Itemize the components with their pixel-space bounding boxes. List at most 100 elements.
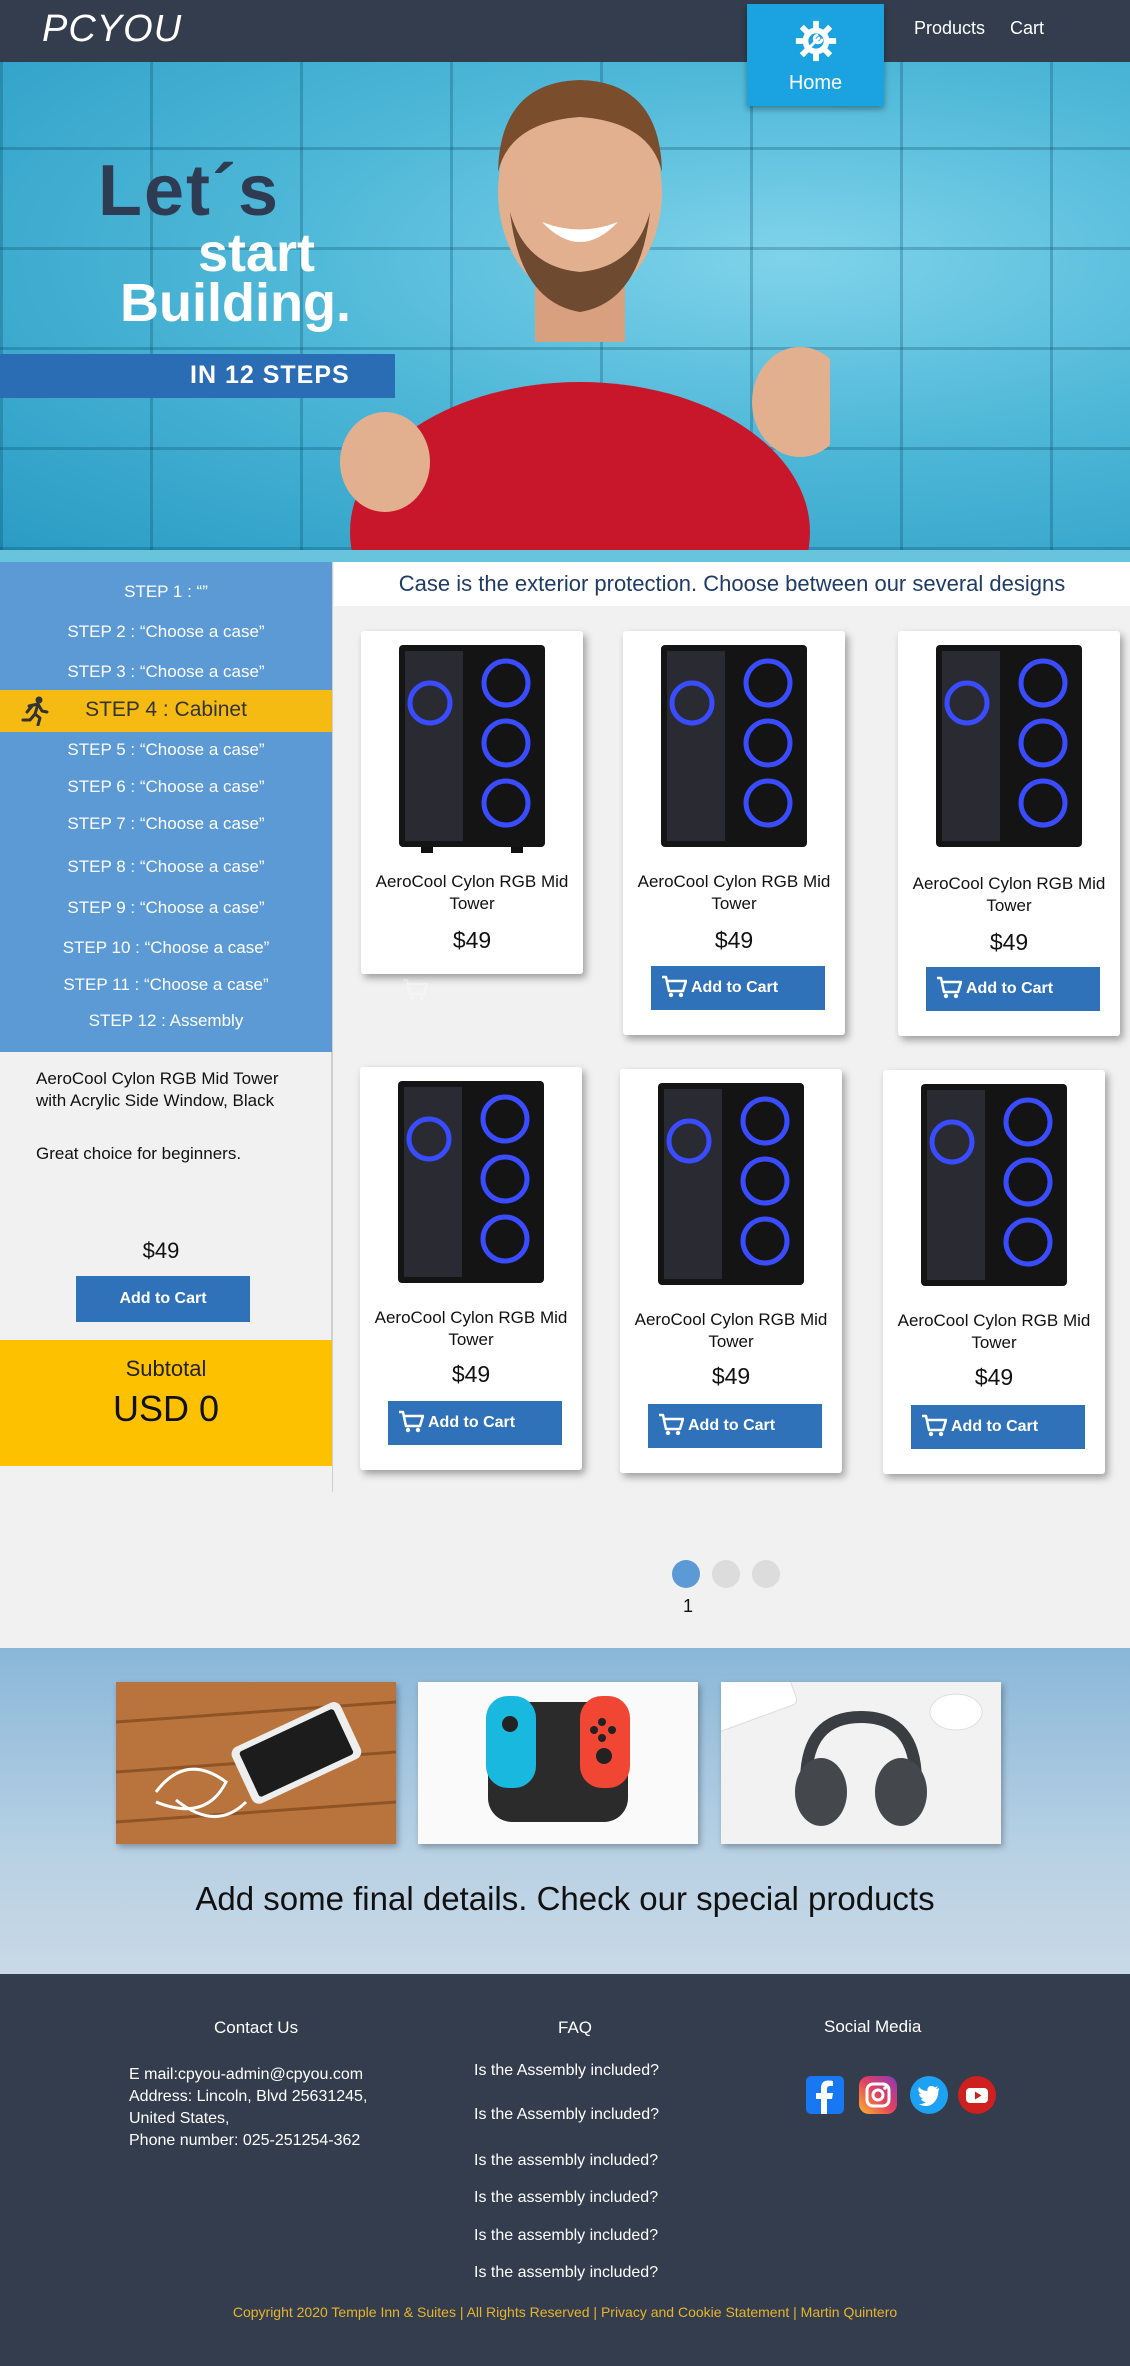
step-4-active[interactable]: STEP 4 : Cabinet bbox=[0, 690, 332, 732]
faq-item[interactable]: Is the Assembly included? bbox=[474, 2062, 659, 2080]
add-to-cart-button[interactable]: Add to Cart bbox=[388, 1401, 562, 1445]
instagram-icon[interactable] bbox=[859, 2076, 897, 2114]
faq-item[interactable]: Is the assembly included? bbox=[474, 2264, 658, 2282]
step-5[interactable]: STEP 5 : “Choose a case” bbox=[0, 740, 332, 760]
step-8[interactable]: STEP 8 : “Choose a case” bbox=[0, 857, 332, 877]
product-name: AeroCool Cylon RGB Mid Tower bbox=[634, 1310, 828, 1351]
subtotal-label: Subtotal bbox=[125, 1356, 207, 1381]
product-price: $49 bbox=[452, 927, 492, 953]
faq-item[interactable]: Is the assembly included? bbox=[474, 2227, 658, 2245]
nav-cart-link[interactable]: Cart bbox=[1010, 18, 1044, 39]
product-name: AeroCool Cylon RGB Mid Tower bbox=[912, 874, 1106, 915]
hero-banner: Let´s start Building. IN 12 STEPS bbox=[0, 62, 1130, 550]
detail-price: $49 bbox=[142, 1238, 180, 1263]
step-1[interactable]: STEP 1 : “” bbox=[0, 582, 332, 602]
add-to-cart-label: Add to Cart bbox=[966, 980, 1054, 997]
headphones-image[interactable] bbox=[721, 1682, 1001, 1844]
cart-icon bbox=[399, 1410, 424, 1433]
pc-case-image bbox=[921, 1084, 1067, 1286]
copyright-text: Copyright 2020 Temple Inn & Suites | All… bbox=[232, 2304, 898, 2320]
footer-email[interactable]: E mail:cpyou-admin@cpyou.com bbox=[129, 2064, 363, 2086]
hero-heading-line-3: Building. bbox=[120, 273, 351, 333]
sidebar-divider bbox=[332, 562, 333, 1492]
product-price: $49 bbox=[974, 1364, 1014, 1390]
site-footer: Contact Us E mail:cpyou-admin@cpyou.com … bbox=[0, 1974, 1130, 2366]
detail-product-name: AeroCool Cylon RGB Mid Tower with Acryli… bbox=[36, 1069, 279, 1110]
subtotal-value: USD 0 bbox=[112, 1388, 220, 1429]
pc-case-image bbox=[398, 1081, 544, 1283]
product-name: AeroCool Cylon RGB Mid Tower bbox=[637, 872, 831, 913]
special-products-title: Add some final details. Check our specia… bbox=[195, 1880, 935, 1917]
gear-wrench-icon bbox=[795, 20, 836, 62]
pc-case-image bbox=[399, 645, 545, 853]
step-7[interactable]: STEP 7 : “Choose a case” bbox=[0, 814, 332, 834]
product-price: $49 bbox=[451, 1361, 491, 1387]
step-4-label: STEP 4 : Cabinet bbox=[85, 698, 247, 721]
game-controller-image[interactable] bbox=[418, 1682, 698, 1844]
cart-icon bbox=[922, 1414, 947, 1437]
faq-item[interactable]: Is the assembly included? bbox=[474, 2152, 658, 2170]
add-to-cart-label: Add to Cart bbox=[951, 1418, 1039, 1435]
step-6[interactable]: STEP 6 : “Choose a case” bbox=[0, 777, 332, 797]
cart-icon bbox=[937, 976, 962, 999]
add-to-cart-button[interactable]: Add to Cart bbox=[926, 967, 1100, 1011]
youtube-icon[interactable] bbox=[958, 2076, 996, 2114]
section-title: Case is the exterior protection. Choose … bbox=[334, 562, 1130, 606]
product-price: $49 bbox=[989, 929, 1029, 955]
step-2[interactable]: STEP 2 : “Choose a case” bbox=[0, 622, 332, 642]
pagination-dot[interactable] bbox=[712, 1560, 740, 1588]
hero-heading-line-1: Let´s bbox=[98, 151, 281, 231]
product-price: $49 bbox=[714, 927, 754, 953]
pc-case-image bbox=[936, 645, 1082, 847]
step-12[interactable]: STEP 12 : Assembly bbox=[0, 1011, 332, 1031]
selected-product-detail: AeroCool Cylon RGB Mid Tower with Acryli… bbox=[0, 1052, 332, 1340]
product-card[interactable]: AeroCool Cylon RGB Mid Tower $49 bbox=[361, 631, 583, 974]
product-card[interactable]: AeroCool Cylon RGB Mid Tower $49 Add to … bbox=[623, 631, 845, 1035]
detail-add-to-cart-button[interactable]: Add to Cart bbox=[76, 1276, 250, 1322]
pagination-dot[interactable] bbox=[752, 1560, 780, 1588]
subtotal-box: Subtotal USD 0 bbox=[0, 1340, 332, 1466]
add-to-cart-label: Add to Cart bbox=[691, 979, 779, 996]
faded-cart-icon bbox=[403, 978, 428, 1001]
product-card[interactable]: AeroCool Cylon RGB Mid Tower $49 Add to … bbox=[898, 631, 1120, 1036]
page-number: 1 bbox=[682, 1596, 693, 1616]
detail-product-note: Great choice for beginners. bbox=[36, 1144, 242, 1163]
top-navbar: PCYOU Products Cart bbox=[0, 0, 1130, 62]
product-card[interactable]: AeroCool Cylon RGB Mid Tower $49 Add to … bbox=[883, 1070, 1105, 1474]
phone-earphones-image[interactable] bbox=[116, 1682, 396, 1844]
home-label: Home bbox=[788, 72, 843, 94]
nav-home-tab[interactable]: Home bbox=[747, 4, 884, 106]
faq-item[interactable]: Is the assembly included? bbox=[474, 2189, 658, 2207]
steps-sidebar: STEP 1 : “” STEP 2 : “Choose a case” STE… bbox=[0, 562, 332, 1052]
cart-icon bbox=[659, 1413, 684, 1436]
footer-phone: Phone number: 025-251254-362 bbox=[129, 2132, 361, 2149]
site-logo[interactable]: PCYOU bbox=[42, 8, 182, 51]
add-to-cart-button[interactable]: Add to Cart bbox=[911, 1405, 1085, 1449]
footer-contact-title: Contact Us bbox=[214, 2018, 299, 2037]
pagination-dot-active[interactable] bbox=[672, 1560, 700, 1588]
faq-item[interactable]: Is the Assembly included? bbox=[474, 2106, 659, 2124]
product-card[interactable]: AeroCool Cylon RGB Mid Tower $49 Add to … bbox=[360, 1067, 582, 1470]
footer-social-title: Social Media bbox=[824, 2017, 922, 2036]
step-3[interactable]: STEP 3 : “Choose a case” bbox=[0, 662, 332, 682]
pc-case-image bbox=[661, 645, 807, 847]
facebook-icon[interactable] bbox=[806, 2076, 844, 2114]
twitter-icon[interactable] bbox=[910, 2076, 948, 2114]
hero-steps-band: IN 12 STEPS bbox=[0, 354, 395, 398]
step-10[interactable]: STEP 10 : “Choose a case” bbox=[0, 938, 332, 958]
nav-products-link[interactable]: Products bbox=[914, 18, 985, 39]
special-products-section: Add some final details. Check our specia… bbox=[0, 1648, 1130, 1974]
product-card[interactable]: AeroCool Cylon RGB Mid Tower $49 Add to … bbox=[620, 1069, 842, 1473]
footer-address-line-2: United States, bbox=[129, 2110, 230, 2127]
smiling-man-image bbox=[340, 80, 830, 550]
step-11[interactable]: STEP 11 : “Choose a case” bbox=[0, 975, 332, 995]
step-9[interactable]: STEP 9 : “Choose a case” bbox=[0, 898, 332, 918]
add-to-cart-label: Add to Cart bbox=[688, 1417, 776, 1434]
product-name: AeroCool Cylon RGB Mid Tower bbox=[375, 872, 569, 913]
add-to-cart-button[interactable]: Add to Cart bbox=[651, 966, 825, 1010]
add-to-cart-button[interactable]: Add to Cart bbox=[648, 1404, 822, 1448]
pc-case-image bbox=[658, 1083, 804, 1285]
add-to-cart-label: Add to Cart bbox=[428, 1414, 516, 1431]
cart-icon bbox=[662, 975, 687, 998]
running-man-icon bbox=[21, 696, 49, 726]
